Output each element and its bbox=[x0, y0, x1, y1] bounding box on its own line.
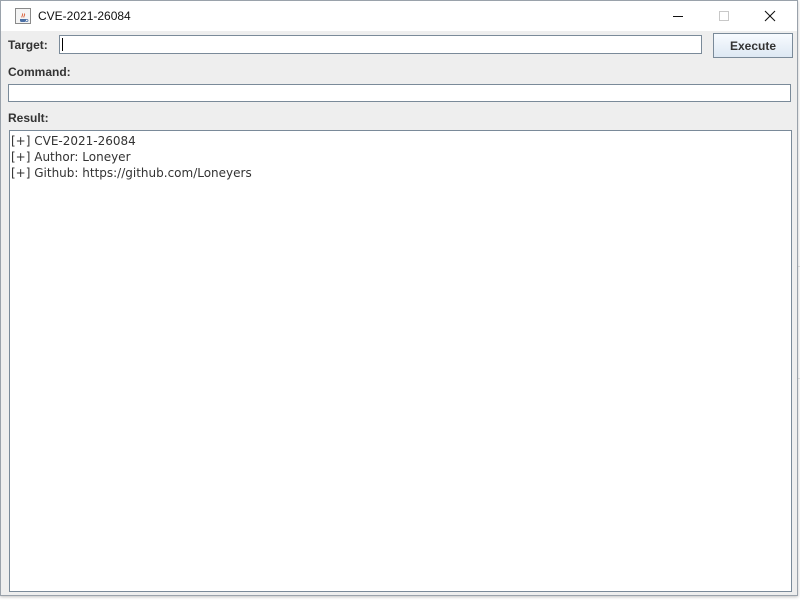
target-label: Target: bbox=[8, 38, 48, 52]
command-input[interactable] bbox=[8, 84, 791, 102]
close-icon bbox=[764, 10, 776, 22]
app-window: CVE-2021-26084 Target: Execute Command: … bbox=[0, 0, 798, 596]
java-cup-icon bbox=[15, 8, 31, 24]
result-label: Result: bbox=[8, 111, 49, 125]
window-title: CVE-2021-26084 bbox=[38, 9, 131, 23]
target-input[interactable] bbox=[59, 35, 702, 54]
result-textarea[interactable]: [+] CVE-2021-26084 [+] Author: Loneyer [… bbox=[9, 130, 792, 592]
maximize-icon bbox=[719, 11, 729, 21]
command-label: Command: bbox=[8, 65, 71, 79]
result-line: [+] Github: https://github.com/Loneyers bbox=[11, 166, 252, 180]
minimize-button[interactable] bbox=[655, 1, 701, 31]
result-line: [+] CVE-2021-26084 bbox=[11, 134, 136, 148]
text-caret bbox=[62, 38, 63, 51]
title-bar[interactable]: CVE-2021-26084 bbox=[1, 1, 797, 31]
maximize-button[interactable] bbox=[701, 1, 747, 31]
result-line: [+] Author: Loneyer bbox=[11, 150, 131, 164]
minimize-icon bbox=[673, 16, 683, 17]
close-button[interactable] bbox=[747, 1, 793, 31]
execute-button[interactable]: Execute bbox=[713, 33, 793, 58]
